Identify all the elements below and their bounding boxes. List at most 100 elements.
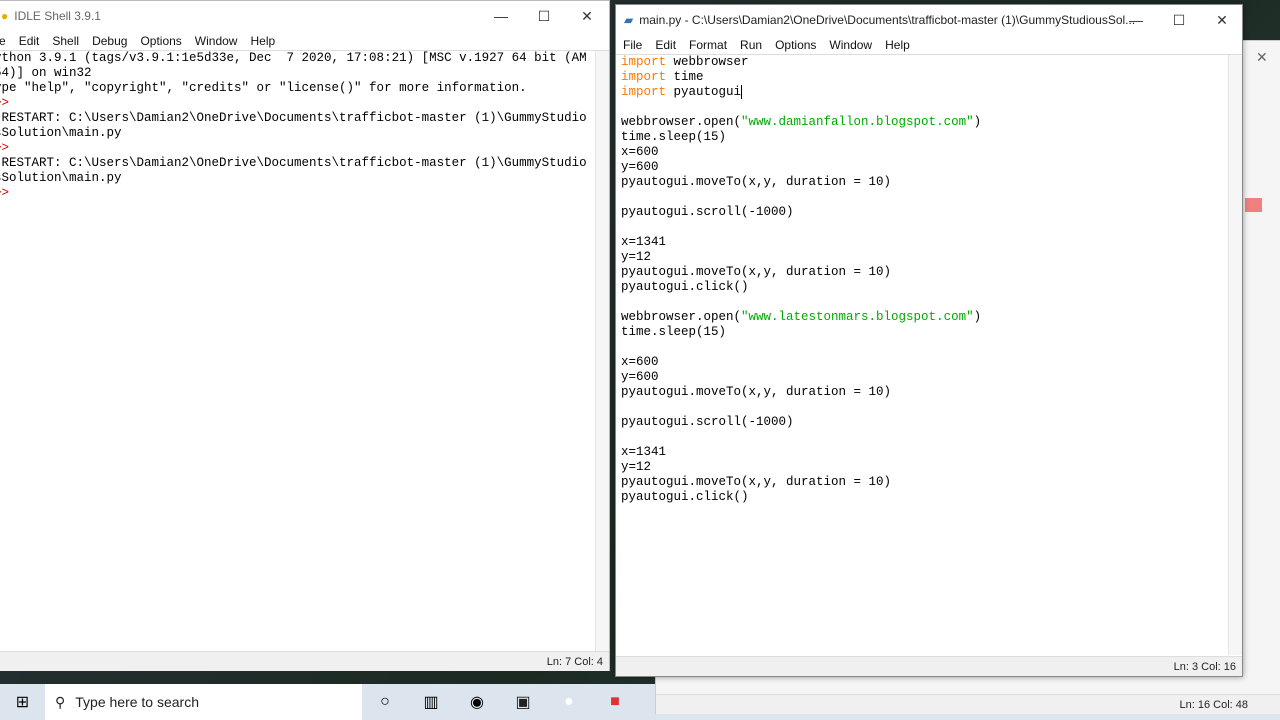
code-text: pyautogui.click() — [621, 280, 749, 294]
shell-status-bar: Ln: 7 Col: 4 — [0, 651, 609, 671]
code-line: pyautogui.scroll(-1000) — [621, 415, 981, 430]
editor-scrollbar[interactable] — [1228, 55, 1242, 655]
shell-line: sSolution\main.py — [0, 171, 122, 185]
keyword: import — [621, 85, 667, 99]
editor-title-bar[interactable]: ▰ main.py - C:\Users\Damian2\OneDrive\Do… — [616, 5, 1242, 35]
code-text: pyautogui.moveTo(x,y, duration = 10) — [621, 475, 892, 489]
shell-line: RESTART: C:\Users\Damian2\OneDrive\Docum… — [0, 156, 587, 170]
menu-item-edit[interactable]: Edit — [655, 38, 676, 52]
task-view-icon[interactable]: ▥ — [408, 684, 454, 720]
minimize-button[interactable]: — — [479, 1, 523, 31]
background-status-bar: Ln: 16 Col: 48 — [656, 694, 1280, 714]
code-line: x=1341 — [621, 235, 981, 250]
shell-line: >> — [0, 186, 10, 200]
code-text: y=600 — [621, 370, 659, 384]
shell-line: 54)] on win32 — [0, 66, 92, 80]
editor-cursor-position: Ln: 3 Col: 16 — [1173, 661, 1236, 673]
menu-item-window[interactable]: Window — [829, 38, 872, 52]
code-line: pyautogui.moveTo(x,y, duration = 10) — [621, 385, 981, 400]
app-icon[interactable]: ◉ — [454, 684, 500, 720]
code-line: x=1341 — [621, 445, 981, 460]
code-text: x=600 — [621, 145, 659, 159]
code-line: pyautogui.scroll(-1000) — [621, 205, 981, 220]
shell-scrollbar[interactable] — [595, 51, 609, 651]
editor-status-bar: Ln: 3 Col: 16 — [616, 656, 1242, 676]
taskbar-search-box[interactable]: ⚲ Type here to search — [45, 684, 362, 720]
keyword: import — [621, 55, 667, 69]
code-editor[interactable]: import webbrowser import time import pyaut… — [621, 55, 981, 505]
menu-item-help[interactable]: Help — [250, 34, 275, 48]
search-icon: ⚲ — [55, 693, 66, 710]
maximize-button[interactable]: ☐ — [1157, 5, 1201, 35]
maximize-button[interactable]: ☐ — [522, 1, 566, 31]
code-line: time.sleep(15) — [621, 130, 981, 145]
menu-item-window[interactable]: Window — [195, 34, 238, 48]
code-line: y=12 — [621, 460, 981, 475]
code-line: x=600 — [621, 145, 981, 160]
code-line: import time — [621, 70, 981, 85]
menu-item-options[interactable]: Options — [775, 38, 816, 52]
menu-item-edit[interactable]: Edit — [19, 34, 40, 48]
menu-item-e[interactable]: e — [0, 34, 6, 48]
string-literal: "www.latestonmars.blogspot.com" — [741, 310, 974, 324]
code-line: pyautogui.click() — [621, 280, 981, 295]
text-cursor — [741, 85, 743, 99]
menu-item-help[interactable]: Help — [885, 38, 910, 52]
menu-item-debug[interactable]: Debug — [92, 34, 127, 48]
shell-title: IDLE Shell 3.9.1 — [14, 9, 101, 23]
paint-icon[interactable]: ■ — [592, 684, 638, 720]
code-line: webbrowser.open("www.latestonmars.blogsp… — [621, 310, 981, 325]
close-button[interactable]: ✕ — [1200, 5, 1244, 35]
code-text: time.sleep(15) — [621, 130, 727, 144]
store-icon[interactable]: ▣ — [500, 684, 546, 720]
shell-line: >> — [0, 96, 10, 110]
menu-item-run[interactable]: Run — [740, 38, 762, 52]
shell-output[interactable]: ython 3.9.1 (tags/v3.9.1:1e5d33e, Dec 7 … — [0, 51, 587, 201]
code-text: ) — [973, 310, 982, 324]
code-text: x=1341 — [621, 235, 667, 249]
code-line: import webbrowser — [621, 55, 981, 70]
background-cursor-position: Ln: 16 Col: 48 — [1179, 699, 1249, 711]
shell-line: RESTART: C:\Users\Damian2\OneDrive\Docum… — [0, 111, 587, 125]
shell-menu-bar: e Edit Shell Debug Options Window Help — [0, 31, 609, 51]
code-text: pyautogui.moveTo(x,y, duration = 10) — [621, 265, 892, 279]
code-line: pyautogui.click() — [621, 490, 981, 505]
code-line: import pyautogui — [621, 85, 981, 100]
code-text: x=600 — [621, 355, 659, 369]
menu-item-format[interactable]: Format — [689, 38, 727, 52]
minimize-button[interactable]: — — [1114, 5, 1158, 35]
cortana-icon[interactable]: ○ — [362, 684, 408, 720]
code-text: y=600 — [621, 160, 659, 174]
menu-item-file[interactable]: File — [623, 38, 642, 52]
code-line: webbrowser.open("www.damianfallon.blogsp… — [621, 115, 981, 130]
code-line: x=600 — [621, 355, 981, 370]
close-icon[interactable]: ✕ — [1256, 49, 1268, 66]
code-line: time.sleep(15) — [621, 325, 981, 340]
code-text: y=12 — [621, 250, 652, 264]
windows-start-icon[interactable]: ⊞ — [0, 684, 45, 720]
menu-item-shell[interactable]: Shell — [52, 34, 79, 48]
menu-item-options[interactable]: Options — [140, 34, 181, 48]
shell-line: >> — [0, 141, 10, 155]
code-text: pyautogui.moveTo(x,y, duration = 10) — [621, 385, 892, 399]
close-button[interactable]: ✕ — [565, 1, 609, 31]
code-line: pyautogui.moveTo(x,y, duration = 10) — [621, 265, 981, 280]
shell-title-bar[interactable]: ● IDLE Shell 3.9.1 — ☐ ✕ — [0, 1, 609, 31]
hp-icon[interactable]: ● — [546, 684, 592, 720]
idle-shell-window: ● IDLE Shell 3.9.1 — ☐ ✕ e Edit Shell Debug… — [0, 0, 610, 671]
string-literal: "www.damianfallon.blogspot.com" — [741, 115, 974, 129]
code-text: y=12 — [621, 460, 652, 474]
code-line: y=600 — [621, 160, 981, 175]
highlight-marker — [1245, 198, 1262, 212]
code-text: pyautogui — [666, 85, 742, 99]
shell-line: sSolution\main.py — [0, 126, 122, 140]
code-text: webbrowser.open( — [621, 115, 742, 129]
editor-menu-bar: File Edit Format Run Options Window Help — [616, 35, 1242, 55]
